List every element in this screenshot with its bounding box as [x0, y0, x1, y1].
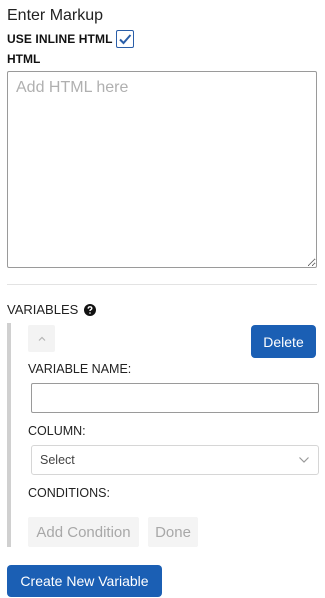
page-title: Enter Markup	[7, 7, 104, 24]
variable-name-input[interactable]	[31, 383, 319, 413]
html-textarea[interactable]	[7, 71, 317, 268]
column-select[interactable]: Select	[31, 445, 319, 475]
collapse-variable-button[interactable]	[28, 325, 55, 352]
question-circle-icon[interactable]	[84, 303, 97, 316]
variable-block-border	[7, 323, 11, 547]
done-button[interactable]: Done	[148, 517, 198, 547]
conditions-label: CONDITIONS:	[28, 486, 110, 500]
variables-section-label: VARIABLES	[7, 302, 97, 317]
use-inline-html-label: USE INLINE HTML	[7, 32, 113, 46]
column-select-value: Select	[40, 453, 75, 467]
html-label: HTML	[7, 52, 41, 66]
variables-label-text: VARIABLES	[7, 302, 79, 317]
checkmark-icon	[118, 34, 131, 45]
use-inline-html-row: USE INLINE HTML	[7, 30, 134, 48]
chevron-up-icon	[38, 336, 45, 341]
column-label: COLUMN:	[28, 424, 86, 438]
create-new-variable-button[interactable]: Create New Variable	[7, 565, 162, 597]
section-divider	[7, 284, 317, 285]
add-condition-button[interactable]: Add Condition	[28, 517, 139, 547]
chevron-down-icon	[299, 457, 309, 463]
use-inline-html-checkbox[interactable]	[115, 30, 134, 48]
delete-variable-button[interactable]: Delete	[251, 325, 316, 358]
variable-name-label: VARIABLE NAME:	[28, 362, 132, 376]
